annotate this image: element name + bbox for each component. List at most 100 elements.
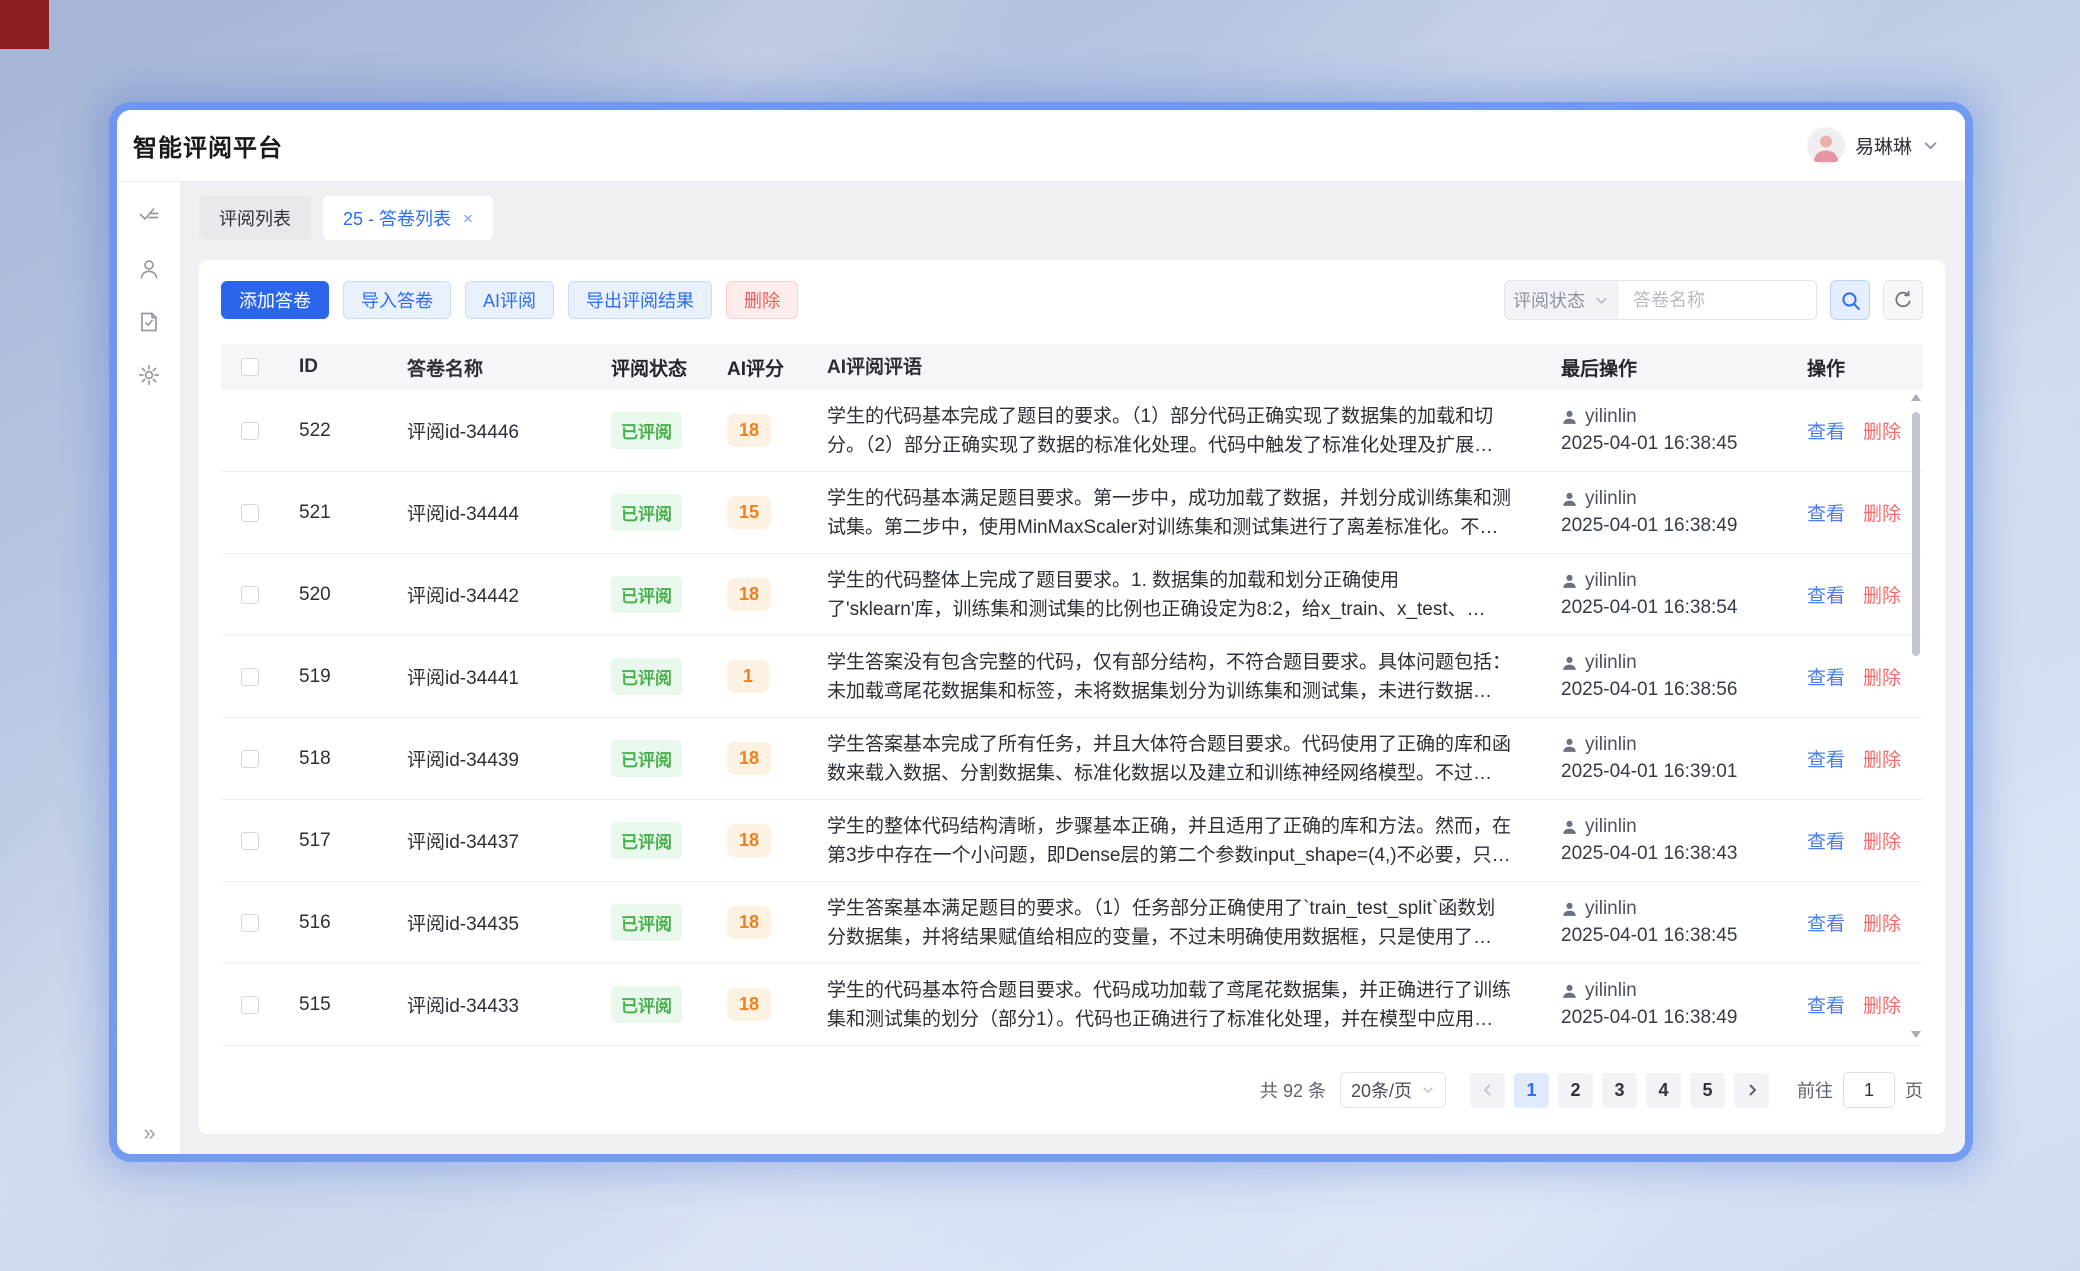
user-menu[interactable]: 易琳琳 <box>1807 127 1939 165</box>
header-id: ID <box>279 356 383 378</box>
ai-review-button[interactable]: AI评阅 <box>465 281 554 319</box>
import-answer-button[interactable]: 导入答卷 <box>343 281 451 319</box>
person-icon <box>1561 737 1578 754</box>
row-comment: 学生的代码基本满足题目要求。第一步中，成功加载了数据，并划分成训练集和测试集。第… <box>827 484 1511 542</box>
delete-link[interactable]: 删除 <box>1863 827 1901 854</box>
table-scrollbar[interactable] <box>1909 390 1923 1040</box>
delete-link[interactable]: 删除 <box>1863 909 1901 936</box>
scroll-down-arrow-icon[interactable] <box>1911 1031 1921 1038</box>
chevron-down-icon <box>1922 137 1939 154</box>
next-page-button[interactable] <box>1734 1073 1769 1108</box>
row-comment: 学生的代码整体上完成了题目要求。1. 数据集的加载和划分正确使用了'sklear… <box>827 566 1511 624</box>
sidebar-item-user-icon[interactable] <box>137 257 161 281</box>
row-checkbox[interactable] <box>241 914 259 932</box>
status-badge: 已评阅 <box>611 658 682 695</box>
sidebar-item-document-icon[interactable] <box>137 310 161 334</box>
row-checkbox[interactable] <box>241 668 259 686</box>
person-icon <box>1561 983 1578 1000</box>
score-badge: 18 <box>727 414 771 447</box>
row-checkbox[interactable] <box>241 750 259 768</box>
view-link[interactable]: 查看 <box>1807 581 1845 608</box>
table-header: ID 答卷名称 评阅状态 AI评分 AI评阅评语 最后操作 操作 <box>221 344 1923 390</box>
score-badge: 18 <box>727 906 771 939</box>
row-last-operation: yilinlin 2025-04-01 16:38:54 <box>1537 570 1797 619</box>
tab-review-list[interactable]: 评阅列表 <box>199 196 311 240</box>
delete-link[interactable]: 删除 <box>1863 499 1901 526</box>
row-last-operation: yilinlin 2025-04-01 16:38:56 <box>1537 652 1797 701</box>
row-name: 评阅id-34446 <box>383 417 595 444</box>
search-button[interactable] <box>1830 280 1870 320</box>
row-time: 2025-04-01 16:38:45 <box>1561 433 1797 455</box>
page-button-5[interactable]: 5 <box>1690 1073 1725 1108</box>
header-score: AI评分 <box>711 354 809 381</box>
delete-link[interactable]: 删除 <box>1863 663 1901 690</box>
row-name: 评阅id-34433 <box>383 991 595 1018</box>
row-comment: 学生答案基本满足题目的要求。（1）任务部分正确使用了`train_test_sp… <box>827 894 1511 952</box>
view-link[interactable]: 查看 <box>1807 417 1845 444</box>
row-checkbox[interactable] <box>241 504 259 522</box>
sidebar-expand-button[interactable]: » <box>117 1120 180 1146</box>
row-checkbox[interactable] <box>241 586 259 604</box>
person-icon <box>1561 819 1578 836</box>
delete-link[interactable]: 删除 <box>1863 417 1901 444</box>
page-button-1[interactable]: 1 <box>1514 1073 1549 1108</box>
header-comment: AI评阅评语 <box>809 353 1537 382</box>
sidebar: » <box>117 182 181 1154</box>
row-last-operation: yilinlin 2025-04-01 16:38:45 <box>1537 406 1797 455</box>
delete-button[interactable]: 删除 <box>726 281 798 319</box>
view-link[interactable]: 查看 <box>1807 499 1845 526</box>
page-button-4[interactable]: 4 <box>1646 1073 1681 1108</box>
status-badge: 已评阅 <box>611 904 682 941</box>
sidebar-item-settings-icon[interactable] <box>137 363 161 387</box>
tab-answer-list[interactable]: 25 - 答卷列表 × <box>323 196 493 240</box>
row-last-operation: yilinlin 2025-04-01 16:38:49 <box>1537 980 1797 1029</box>
view-link[interactable]: 查看 <box>1807 745 1845 772</box>
answer-name-input[interactable] <box>1618 281 1816 319</box>
row-comment: 学生答案基本完成了所有任务，并且大体符合题目要求。代码使用了正确的库和函数来载入… <box>827 730 1511 788</box>
row-operator: yilinlin <box>1585 652 1637 674</box>
row-id: 517 <box>279 830 383 852</box>
row-name: 评阅id-34439 <box>383 745 595 772</box>
chevron-down-icon <box>1421 1083 1435 1097</box>
app-title: 智能评阅平台 <box>133 128 283 163</box>
row-last-operation: yilinlin 2025-04-01 16:38:49 <box>1537 488 1797 537</box>
prev-page-button[interactable] <box>1470 1073 1505 1108</box>
close-icon[interactable]: × <box>463 210 473 227</box>
page-size-select[interactable]: 20条/页 <box>1340 1072 1446 1108</box>
main-content: 评阅列表 25 - 答卷列表 × 添加答卷 导入答卷 AI评阅 导出评阅结果 删… <box>181 182 1965 1154</box>
score-badge: 18 <box>727 824 771 857</box>
total-count: 共 92 条 <box>1260 1077 1326 1103</box>
add-answer-button[interactable]: 添加答卷 <box>221 281 329 319</box>
row-checkbox[interactable] <box>241 996 259 1014</box>
page-button-3[interactable]: 3 <box>1602 1073 1637 1108</box>
row-id: 520 <box>279 584 383 606</box>
export-results-button[interactable]: 导出评阅结果 <box>568 281 712 319</box>
goto-page-input[interactable] <box>1843 1072 1895 1108</box>
row-last-operation: yilinlin 2025-04-01 16:38:43 <box>1537 816 1797 865</box>
row-id: 516 <box>279 912 383 934</box>
view-link[interactable]: 查看 <box>1807 827 1845 854</box>
person-icon <box>1561 409 1578 426</box>
sidebar-item-review-icon[interactable] <box>137 204 161 228</box>
user-name: 易琳琳 <box>1855 132 1912 159</box>
view-link[interactable]: 查看 <box>1807 909 1845 936</box>
delete-link[interactable]: 删除 <box>1863 581 1901 608</box>
view-link[interactable]: 查看 <box>1807 663 1845 690</box>
refresh-button[interactable] <box>1883 280 1923 320</box>
row-checkbox[interactable] <box>241 832 259 850</box>
review-status-select[interactable]: 评阅状态 <box>1505 281 1618 319</box>
select-all-checkbox[interactable] <box>241 358 259 376</box>
row-operator: yilinlin <box>1585 406 1637 428</box>
delete-link[interactable]: 删除 <box>1863 991 1901 1018</box>
page-button-2[interactable]: 2 <box>1558 1073 1593 1108</box>
row-checkbox[interactable] <box>241 422 259 440</box>
delete-link[interactable]: 删除 <box>1863 745 1901 772</box>
scrollbar-thumb[interactable] <box>1912 412 1920 656</box>
view-link[interactable]: 查看 <box>1807 991 1845 1018</box>
corner-red-square <box>0 0 49 49</box>
score-badge: 1 <box>727 660 769 693</box>
row-name: 评阅id-34442 <box>383 581 595 608</box>
scroll-up-arrow-icon[interactable] <box>1911 394 1921 401</box>
row-comment: 学生的代码基本符合题目要求。代码成功加载了鸢尾花数据集，并正确进行了训练集和测试… <box>827 976 1511 1034</box>
table-row: 517 评阅id-34437 已评阅 18 学生的整体代码结构清晰，步骤基本正确… <box>221 800 1923 882</box>
